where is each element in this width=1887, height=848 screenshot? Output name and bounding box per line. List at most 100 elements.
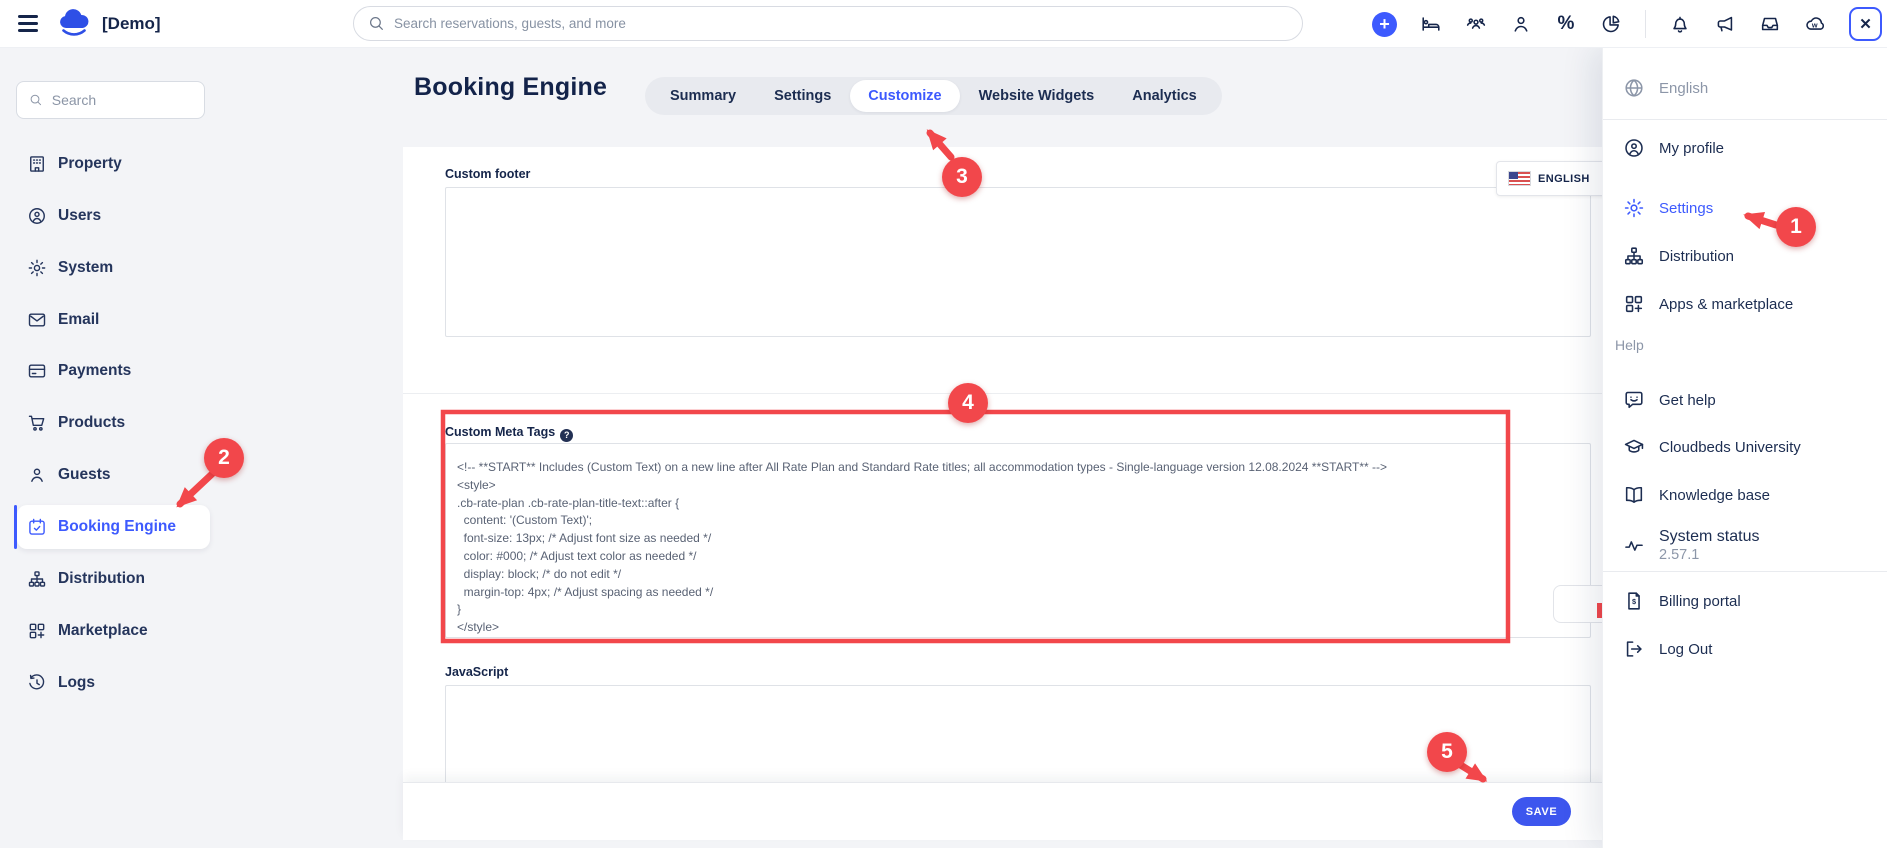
menu-item-system-status[interactable]: System status 2.57.1 xyxy=(1603,524,1887,568)
sidebar-item-label: Booking Engine xyxy=(58,518,176,536)
promotions-percent-icon[interactable]: % xyxy=(1555,13,1577,35)
menu-item-my-profile[interactable]: My profile xyxy=(1603,128,1887,168)
property-name: [Demo] xyxy=(102,14,161,34)
account-menu: English My profile Settings Distribution xyxy=(1602,48,1887,848)
language-selector[interactable]: ENGLISH xyxy=(1496,161,1614,196)
menu-item-label: Knowledge base xyxy=(1659,487,1770,504)
user-circle-icon xyxy=(27,206,47,226)
graduation-cap-icon xyxy=(1623,436,1645,458)
sidebar-item-logs[interactable]: Logs xyxy=(17,661,210,705)
sidebar-item-email[interactable]: Email xyxy=(17,298,210,342)
grid-plus-icon xyxy=(1623,293,1645,315)
booking-engine-tabs: Summary Settings Customize Website Widge… xyxy=(645,77,1222,115)
close-menu-button[interactable]: ✕ xyxy=(1849,7,1882,41)
quick-add-icon[interactable]: + xyxy=(1372,12,1397,37)
sidebar-item-property[interactable]: Property xyxy=(17,142,210,186)
global-search xyxy=(353,6,1303,41)
sidebar-item-label: Distribution xyxy=(58,570,145,588)
building-icon xyxy=(27,154,47,174)
menu-item-label: Apps & marketplace xyxy=(1659,296,1793,313)
invoice-icon: $ xyxy=(1623,590,1645,612)
reservations-bed-icon[interactable] xyxy=(1420,13,1442,35)
sidebar-item-label: Users xyxy=(58,207,101,225)
menu-item-label: My profile xyxy=(1659,140,1724,157)
announcements-megaphone-icon[interactable] xyxy=(1714,13,1736,35)
credit-card-icon xyxy=(27,361,47,381)
tab-summary[interactable]: Summary xyxy=(651,77,755,115)
sidebar-item-products[interactable]: Products xyxy=(17,401,210,445)
search-icon xyxy=(29,92,43,108)
envelope-icon xyxy=(27,310,47,330)
custom-meta-tags-code: <!-- **START** Includes (Custom Text) on… xyxy=(446,444,1590,637)
system-version: 2.57.1 xyxy=(1659,546,1759,565)
sidebar-item-guests[interactable]: Guests xyxy=(17,453,210,497)
search-icon xyxy=(368,15,385,32)
help-tooltip-icon[interactable]: ? xyxy=(560,429,573,442)
javascript-textarea[interactable] xyxy=(445,685,1591,785)
sidebar-item-system[interactable]: System xyxy=(17,246,210,290)
sitemap-icon xyxy=(1623,245,1645,267)
sidebar-item-label: Payments xyxy=(58,362,131,380)
customize-panel: Custom footer ENGLISH Custom Meta Tags? … xyxy=(403,147,1602,840)
section-divider xyxy=(403,393,1602,394)
guest-icon[interactable] xyxy=(1510,13,1532,35)
menu-item-get-help[interactable]: Get help xyxy=(1603,380,1887,420)
sidebar-item-users[interactable]: Users xyxy=(17,194,210,238)
pulse-icon xyxy=(1623,535,1645,557)
gear-icon xyxy=(1623,197,1645,219)
tab-customize[interactable]: Customize xyxy=(850,80,959,112)
inbox-tray-icon[interactable] xyxy=(1759,13,1781,35)
menu-item-distribution[interactable]: Distribution xyxy=(1603,236,1887,276)
menu-item-language[interactable]: English xyxy=(1603,68,1887,108)
menu-item-settings[interactable]: Settings xyxy=(1603,188,1887,228)
tab-website-widgets[interactable]: Website Widgets xyxy=(960,77,1114,115)
us-flag-icon xyxy=(1509,172,1530,185)
menu-item-billing-portal[interactable]: $ Billing portal xyxy=(1603,581,1887,621)
logout-icon xyxy=(1623,638,1645,660)
menu-item-label: Settings xyxy=(1659,200,1713,217)
user-circle-icon xyxy=(1623,137,1645,159)
hamburger-menu-icon[interactable] xyxy=(18,15,38,32)
custom-footer-textarea[interactable] xyxy=(445,187,1591,337)
menu-item-label: Get help xyxy=(1659,392,1716,409)
groups-icon[interactable] xyxy=(1465,13,1487,35)
topbar-actions: + % w xyxy=(1372,0,1882,48)
javascript-label: JavaScript xyxy=(445,665,508,679)
menu-item-log-out[interactable]: Log Out xyxy=(1603,629,1887,669)
sidebar-item-booking-engine[interactable]: Booking Engine xyxy=(17,505,210,549)
svg-text:$: $ xyxy=(1632,597,1636,606)
sidebar-search-input[interactable] xyxy=(52,92,192,108)
custom-meta-tags-textarea[interactable]: <!-- **START** Includes (Custom Text) on… xyxy=(445,443,1591,638)
sidebar-item-distribution[interactable]: Distribution xyxy=(17,557,210,601)
cloudbeds-assistant-icon[interactable]: w xyxy=(1804,13,1826,35)
menu-divider xyxy=(1603,571,1887,572)
chat-icon xyxy=(1623,389,1645,411)
sidebar-item-marketplace[interactable]: Marketplace xyxy=(17,609,210,653)
gear-icon xyxy=(27,258,47,278)
menu-divider xyxy=(1603,119,1887,120)
globe-icon xyxy=(1623,77,1645,99)
history-icon xyxy=(27,673,47,693)
sidebar-item-payments[interactable]: Payments xyxy=(17,349,210,393)
tab-analytics[interactable]: Analytics xyxy=(1113,77,1215,115)
custom-meta-tags-label: Custom Meta Tags? xyxy=(445,425,573,442)
tab-settings[interactable]: Settings xyxy=(755,77,850,115)
menu-item-apps-marketplace[interactable]: Apps & marketplace xyxy=(1603,284,1887,324)
menu-item-label: Cloudbeds University xyxy=(1659,439,1801,456)
notifications-bell-icon[interactable] xyxy=(1669,13,1691,35)
menu-item-label: Log Out xyxy=(1659,641,1712,658)
menu-item-label: Billing portal xyxy=(1659,593,1741,610)
topbar-divider xyxy=(1645,10,1646,38)
menu-item-knowledge-base[interactable]: Knowledge base xyxy=(1603,475,1887,515)
global-search-input[interactable] xyxy=(394,16,1288,31)
sitemap-icon xyxy=(27,569,47,589)
menu-item-cloudbeds-university[interactable]: Cloudbeds University xyxy=(1603,427,1887,467)
menu-item-label: English xyxy=(1659,80,1708,97)
help-section-header: Help xyxy=(1615,337,1644,353)
reports-pie-icon[interactable] xyxy=(1600,13,1622,35)
settings-sidebar: Property Users System Email Payments Pro… xyxy=(0,48,403,848)
save-button[interactable]: SAVE xyxy=(1512,797,1571,826)
sidebar-item-label: Marketplace xyxy=(58,622,148,640)
grid-plus-icon xyxy=(27,621,47,641)
sidebar-item-label: System xyxy=(58,259,113,277)
